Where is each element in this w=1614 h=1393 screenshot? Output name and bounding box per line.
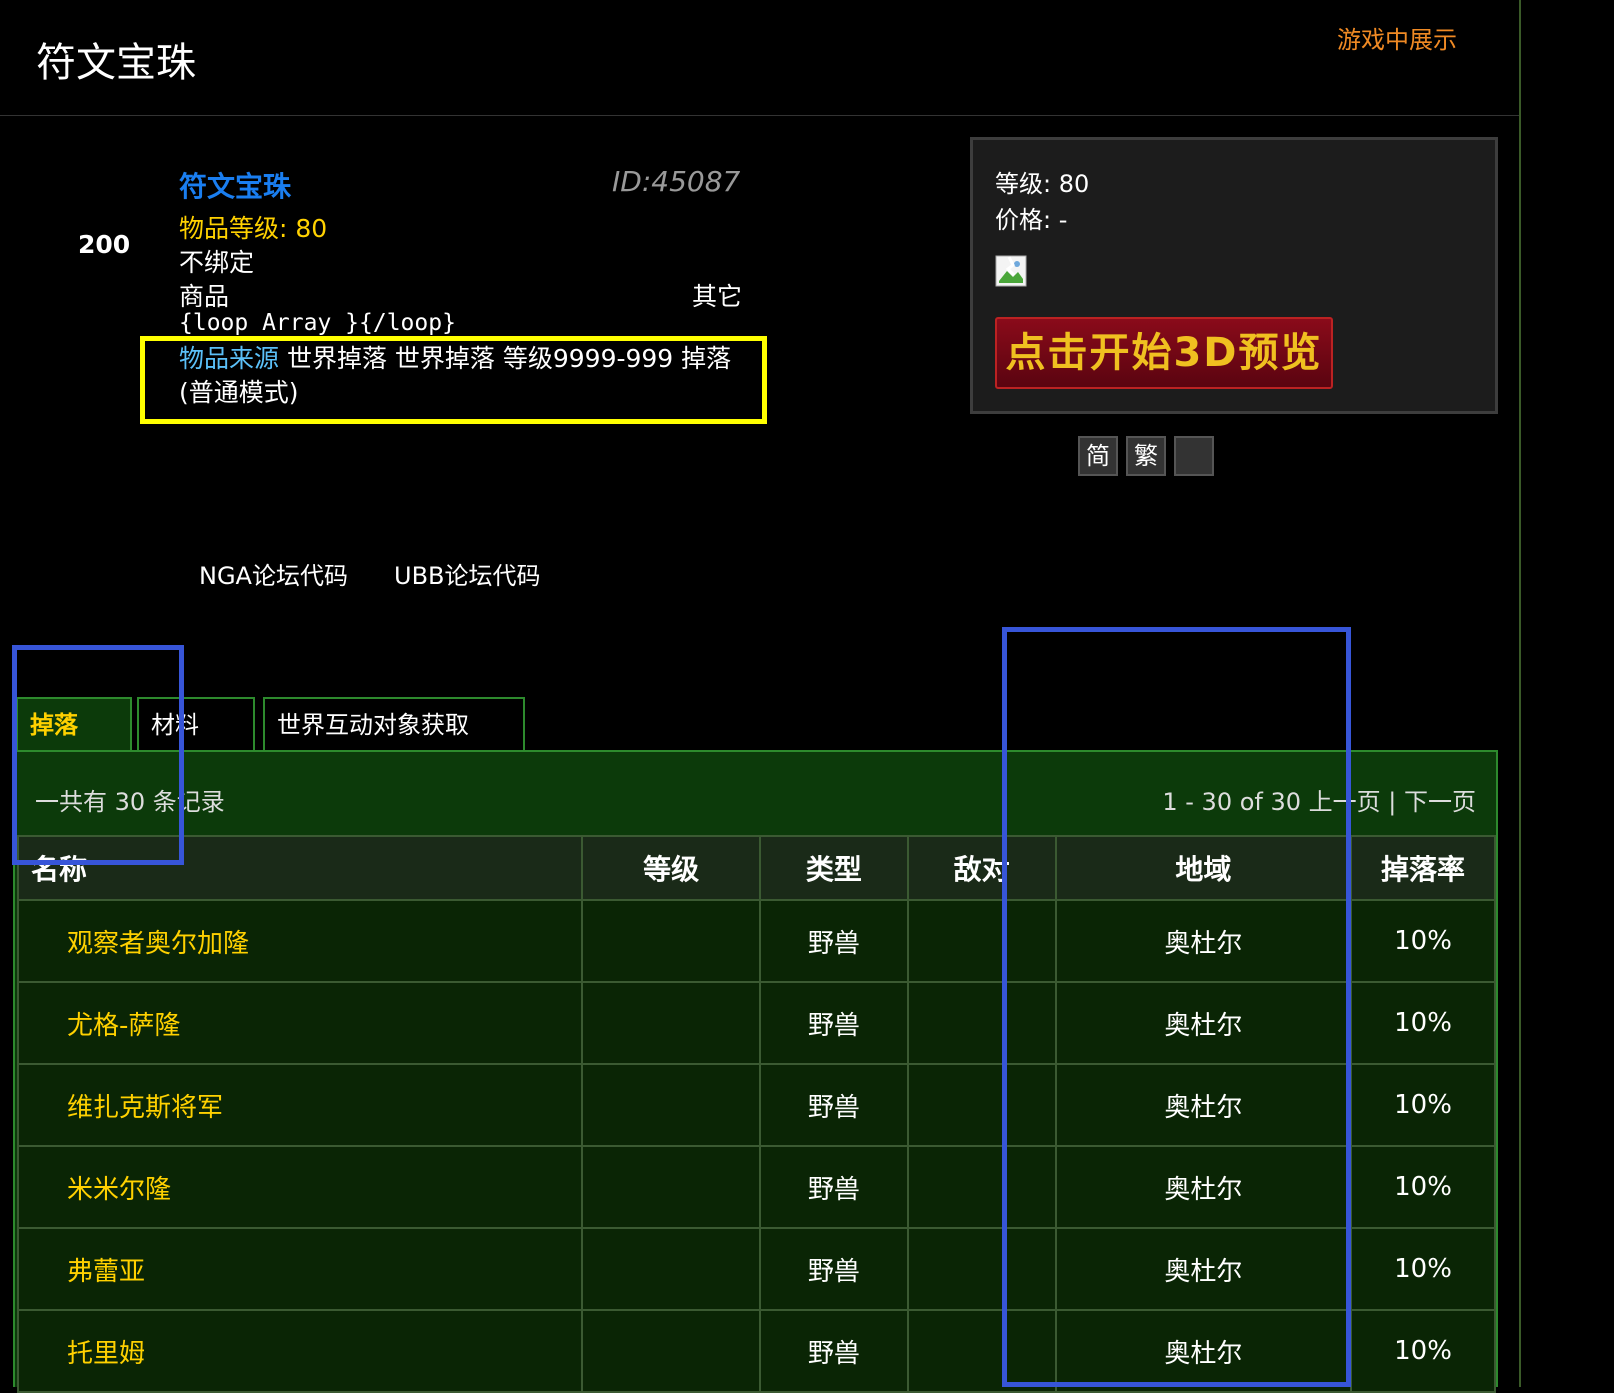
row-type: 野兽 xyxy=(758,1309,909,1393)
row-name[interactable]: 托里姆 xyxy=(16,1309,584,1393)
row-type: 野兽 xyxy=(758,1227,909,1311)
row-name[interactable]: 弗蕾亚 xyxy=(16,1227,584,1311)
row-name[interactable]: 观察者奥尔加隆 xyxy=(16,899,584,983)
right-border xyxy=(1519,0,1521,1387)
highlight-box-blue-left xyxy=(12,645,184,865)
row-level xyxy=(581,899,761,983)
panel-level: 等级: 80 xyxy=(995,170,1090,198)
row-rate: 10% xyxy=(1350,1309,1496,1393)
nga-forum-code-link[interactable]: NGA论坛代码 xyxy=(199,556,348,591)
item-bind: 不绑定 xyxy=(179,248,255,277)
item-level: 物品等级: 80 xyxy=(179,214,328,243)
row-level xyxy=(581,1145,761,1229)
page-title: 符文宝珠 xyxy=(36,40,196,86)
row-rate: 10% xyxy=(1350,1063,1496,1147)
panel-price: 价格: - xyxy=(995,206,1068,234)
row-rate: 10% xyxy=(1350,1227,1496,1311)
row-level xyxy=(581,1227,761,1311)
row-rate: 10% xyxy=(1350,981,1496,1065)
row-type: 野兽 xyxy=(758,899,909,983)
row-level xyxy=(581,1309,761,1393)
item-id: ID:45087 xyxy=(612,165,741,198)
traditional-chinese-button[interactable]: 繁 xyxy=(1126,436,1166,476)
extra-language-button[interactable] xyxy=(1174,436,1214,476)
row-rate: 10% xyxy=(1350,899,1496,983)
row-name[interactable]: 维扎克斯将军 xyxy=(16,1063,584,1147)
item-stack-count: 200 xyxy=(78,230,131,259)
header-divider xyxy=(0,115,1520,116)
3d-preview-button[interactable]: 点击开始3D预览 xyxy=(995,317,1333,389)
row-type: 野兽 xyxy=(758,1063,909,1147)
simplified-chinese-button[interactable]: 简 xyxy=(1078,436,1118,476)
ubb-forum-code-link[interactable]: UBB论坛代码 xyxy=(394,556,541,591)
item-loop-text: {loop Array }{/loop} xyxy=(179,310,456,336)
highlight-box-blue-right xyxy=(1002,627,1351,1387)
row-level xyxy=(581,1063,761,1147)
item-info-panel: 等级: 80 价格: - 点击开始3D预览 xyxy=(970,137,1498,414)
broken-image-icon xyxy=(995,255,1027,287)
tab-world-objects[interactable]: 世界互动对象获取(12) xyxy=(263,697,525,791)
item-category: 商品 xyxy=(179,282,230,311)
row-rate: 10% xyxy=(1350,1145,1496,1229)
item-subcategory: 其它 xyxy=(692,282,743,311)
item-name: 符文宝珠 xyxy=(179,170,292,203)
row-level xyxy=(581,981,761,1065)
show-in-game-link[interactable]: 游戏中展示 xyxy=(1337,20,1457,55)
highlight-box-yellow xyxy=(140,336,767,424)
header-type[interactable]: 类型 xyxy=(758,835,909,901)
header-drop-rate[interactable]: 掉落率 xyxy=(1350,835,1496,901)
header-level[interactable]: 等级 xyxy=(581,835,761,901)
row-type: 野兽 xyxy=(758,981,909,1065)
row-type: 野兽 xyxy=(758,1145,909,1229)
row-name[interactable]: 米米尔隆 xyxy=(16,1145,584,1229)
row-name[interactable]: 尤格-萨隆 xyxy=(16,981,584,1065)
